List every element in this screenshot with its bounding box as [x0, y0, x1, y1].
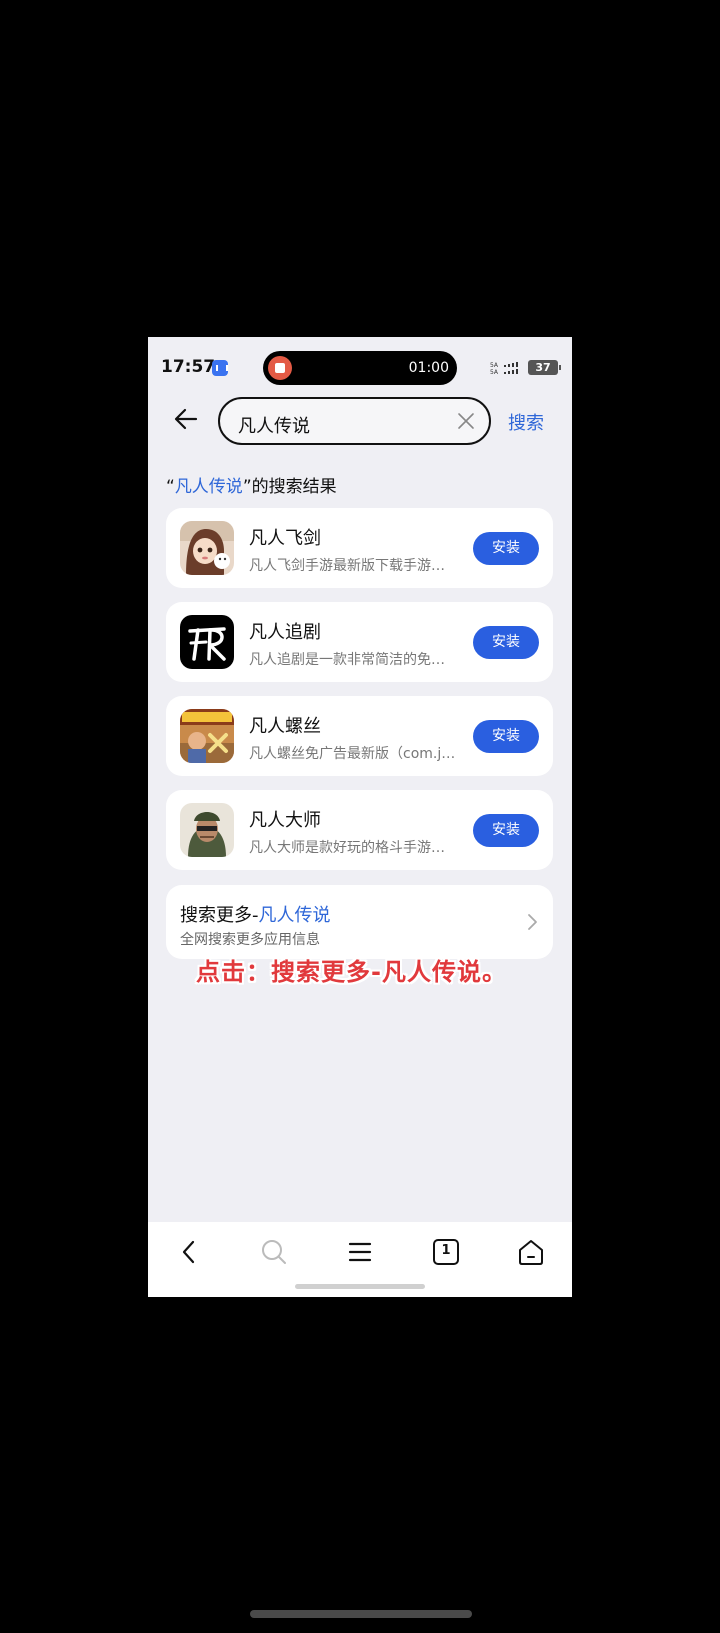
- app-card-fanren-luosi[interactable]: 凡人螺丝 凡人螺丝免广告最新版（com.j… 安装: [166, 696, 553, 776]
- status-time: 17:57: [161, 357, 216, 377]
- install-button[interactable]: 安装: [473, 814, 539, 847]
- app-description: 凡人追剧是一款非常简洁的免…: [249, 652, 445, 668]
- screen-handle[interactable]: [250, 1610, 472, 1618]
- signal-icon: 5A 5A: [490, 362, 518, 375]
- tab-count: 1: [441, 1243, 451, 1258]
- app-description: 凡人螺丝免广告最新版（com.j…: [249, 746, 456, 762]
- search-more-subtitle: 全网搜索更多应用信息: [180, 932, 320, 948]
- search-more-title: 搜索更多-凡人传说: [180, 905, 331, 926]
- app-card-fanren-dashi[interactable]: 凡人大师 凡人大师是款好玩的格斗手游… 安装: [166, 790, 553, 870]
- back-arrow-icon[interactable]: [172, 405, 200, 433]
- app-name: 凡人螺丝: [249, 716, 321, 737]
- instruction-annotation: 点击：搜索更多-凡人传说。: [196, 958, 507, 986]
- app-name: 凡人飞剑: [249, 528, 321, 549]
- search-query: 凡人传说: [238, 416, 310, 437]
- search-more-card[interactable]: 搜索更多-凡人传说 全网搜索更多应用信息: [166, 885, 553, 959]
- results-keyword: 凡人传说: [174, 477, 243, 497]
- phone-screen: 17:57 01:00 5A 5A 37 凡人传说 搜索 “凡人传说”的搜索结果: [148, 337, 572, 1297]
- home-indicator[interactable]: [295, 1284, 425, 1289]
- soldier-portrait-icon: [180, 803, 234, 857]
- app-name: 凡人大师: [249, 810, 321, 831]
- nav-back-icon[interactable]: [173, 1236, 205, 1268]
- svg-text:5A: 5A: [490, 362, 499, 369]
- nav-menu-icon[interactable]: [344, 1236, 376, 1268]
- search-button[interactable]: 搜索: [508, 409, 544, 435]
- install-button[interactable]: 安装: [473, 720, 539, 753]
- svg-text:5A: 5A: [490, 369, 499, 375]
- battery-icon: 37: [528, 360, 561, 375]
- clear-icon[interactable]: [457, 412, 475, 430]
- stop-recording-icon[interactable]: [268, 356, 292, 380]
- fr-logo-icon: [180, 615, 234, 669]
- install-button[interactable]: 安装: [473, 626, 539, 659]
- app-description: 凡人大师是款好玩的格斗手游…: [249, 840, 445, 856]
- nav-search-icon[interactable]: [258, 1236, 290, 1268]
- nav-home-icon[interactable]: [515, 1236, 547, 1268]
- game-banner-icon: [180, 709, 234, 763]
- recording-island[interactable]: 01:00: [263, 351, 457, 385]
- chevron-right-icon: [528, 914, 537, 930]
- app-card-fanren-feijian[interactable]: 凡人飞剑 凡人飞剑手游最新版下载手游… 安装: [166, 508, 553, 588]
- status-bar: 17:57 01:00 5A 5A 37: [148, 337, 572, 385]
- voice-recording-icon: [212, 360, 228, 376]
- anime-girl-icon: [180, 521, 234, 575]
- results-header: “凡人传说”的搜索结果: [166, 477, 337, 497]
- install-button[interactable]: 安装: [473, 532, 539, 565]
- app-description: 凡人飞剑手游最新版下载手游…: [249, 558, 445, 574]
- app-card-fanren-zhuiju[interactable]: 凡人追剧 凡人追剧是一款非常简洁的免… 安装: [166, 602, 553, 682]
- nav-tabs-button[interactable]: 1: [430, 1236, 462, 1268]
- app-name: 凡人追剧: [249, 622, 321, 643]
- search-input[interactable]: 凡人传说: [218, 397, 491, 445]
- search-more-keyword: 凡人传说: [258, 905, 331, 926]
- recording-timer: 01:00: [408, 360, 449, 376]
